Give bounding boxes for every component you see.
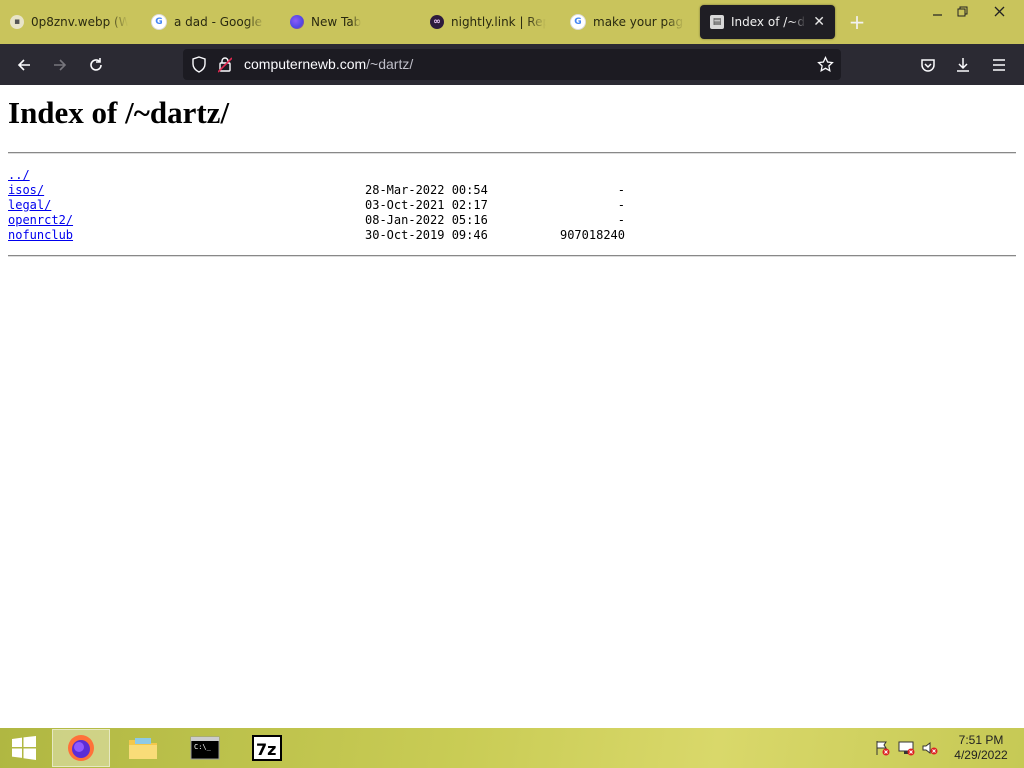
list-item: nofunclub 30-Oct-2019 09:46 907018240 bbox=[8, 228, 708, 243]
action-center-flag-icon[interactable] bbox=[873, 740, 891, 756]
close-icon bbox=[994, 6, 1004, 16]
pocket-button[interactable] bbox=[915, 52, 941, 78]
parent-directory-link[interactable]: ../ bbox=[8, 168, 30, 183]
divider bbox=[8, 255, 1016, 257]
entry-link[interactable]: openrct2/ bbox=[8, 213, 73, 228]
forward-arrow-icon bbox=[54, 59, 67, 71]
entry-size: - bbox=[617, 198, 625, 212]
file-explorer-icon bbox=[129, 738, 157, 759]
close-tab-icon[interactable]: ✕ bbox=[813, 14, 825, 30]
taskbar-command-prompt[interactable]: C:\_ bbox=[176, 729, 234, 767]
hamburger-menu-icon bbox=[993, 59, 1005, 71]
entry-size: 907018240 bbox=[559, 228, 625, 242]
address-bar[interactable]: computernewb.com/~dartz/ bbox=[183, 49, 841, 80]
clock-date: 4/29/2022 bbox=[954, 748, 1008, 762]
system-clock[interactable]: 7:51 PM 4/29/2022 bbox=[948, 733, 1014, 763]
taskbar-firefox[interactable] bbox=[52, 729, 110, 767]
tab-title: New Tab bbox=[311, 15, 362, 29]
clock-time: 7:51 PM bbox=[958, 733, 1004, 747]
windows-logo-icon bbox=[12, 736, 36, 760]
command-prompt-icon: C:\_ bbox=[190, 736, 220, 760]
taskbar: C:\_ 7z 7:51 PM 4/29/2022 bbox=[0, 728, 1024, 768]
entry-link[interactable]: nofunclub bbox=[8, 228, 73, 243]
image-file-icon: ▪ bbox=[10, 15, 24, 29]
page-title: Index of /~dartz/ bbox=[8, 95, 230, 130]
url-text[interactable]: computernewb.com/~dartz/ bbox=[244, 56, 413, 72]
downloads-button[interactable] bbox=[950, 52, 976, 78]
tab-google-dad[interactable]: G a dad - Google Sea bbox=[141, 5, 275, 39]
new-tab-button[interactable]: + bbox=[846, 10, 868, 34]
directory-listing: ../ isos/ 28-Mar-2022 00:54 - legal/ 03-… bbox=[8, 168, 708, 243]
entry-date: 03-Oct-2021 02:17 bbox=[365, 198, 488, 212]
taskbar-file-explorer[interactable] bbox=[114, 729, 172, 767]
download-icon bbox=[957, 58, 969, 72]
url-host: computernewb.com bbox=[244, 56, 367, 72]
insecure-lock-icon[interactable] bbox=[218, 56, 232, 73]
url-path: /~dartz/ bbox=[366, 56, 414, 72]
bookmark-star-icon[interactable] bbox=[817, 56, 834, 73]
start-button[interactable] bbox=[0, 729, 48, 767]
tab-title: make your pagefil bbox=[593, 15, 684, 29]
pocket-icon bbox=[921, 59, 935, 72]
entry-size: - bbox=[617, 213, 625, 227]
shield-icon[interactable] bbox=[191, 56, 207, 73]
google-icon: G bbox=[151, 14, 167, 30]
restore-icon bbox=[957, 6, 967, 16]
tab-nightly-link[interactable]: ∞ nightly.link | Repo bbox=[420, 5, 556, 39]
list-item: isos/ 28-Mar-2022 00:54 - bbox=[8, 183, 708, 198]
close-window-button[interactable] bbox=[980, 0, 1018, 22]
tab-index-dartz[interactable]: ▤ Index of /~dartz/ ✕ bbox=[700, 5, 835, 39]
restore-button[interactable] bbox=[944, 0, 980, 22]
entry-link[interactable]: legal/ bbox=[8, 198, 51, 213]
minimize-icon bbox=[932, 13, 942, 16]
back-button[interactable] bbox=[11, 52, 37, 78]
network-icon[interactable] bbox=[897, 740, 915, 756]
tab-pagefile[interactable]: G make your pagefil bbox=[560, 5, 694, 39]
firefox-icon bbox=[290, 15, 304, 29]
volume-muted-icon[interactable] bbox=[921, 740, 939, 756]
reload-icon bbox=[90, 58, 102, 71]
tab-title: nightly.link | Repo bbox=[451, 15, 546, 29]
google-icon: G bbox=[570, 14, 586, 30]
svg-text:C:\_: C:\_ bbox=[194, 743, 212, 751]
tab-new-tab[interactable]: New Tab bbox=[280, 5, 414, 39]
entry-size: - bbox=[617, 183, 625, 197]
tab-strip: ▪ 0p8znv.webp (WEBP G a dad - Google Sea… bbox=[0, 0, 1024, 44]
server-icon: ▤ bbox=[710, 15, 724, 29]
reload-button[interactable] bbox=[83, 52, 109, 78]
forward-button[interactable] bbox=[47, 52, 73, 78]
entry-date: 28-Mar-2022 00:54 bbox=[365, 183, 488, 197]
tab-0p8znv[interactable]: ▪ 0p8znv.webp (WEBP bbox=[0, 5, 138, 39]
entry-link[interactable]: isos/ bbox=[8, 183, 44, 198]
7zip-icon: 7z bbox=[252, 735, 282, 761]
firefox-icon bbox=[68, 735, 94, 761]
list-item: openrct2/ 08-Jan-2022 05:16 - bbox=[8, 213, 708, 228]
navigation-toolbar: computernewb.com/~dartz/ bbox=[0, 44, 1024, 85]
list-item: legal/ 03-Oct-2021 02:17 - bbox=[8, 198, 708, 213]
entry-date: 08-Jan-2022 05:16 bbox=[365, 213, 488, 227]
divider bbox=[8, 152, 1016, 154]
tab-title: Index of /~dartz/ bbox=[731, 15, 806, 29]
tab-title: 0p8znv.webp (WEBP bbox=[31, 15, 128, 29]
svg-text:7z: 7z bbox=[256, 740, 276, 759]
entry-date: 30-Oct-2019 09:46 bbox=[365, 228, 488, 242]
back-arrow-icon bbox=[17, 59, 30, 71]
taskbar-7zip[interactable]: 7z bbox=[238, 729, 296, 767]
list-item: ../ bbox=[8, 168, 708, 183]
link-icon: ∞ bbox=[430, 15, 444, 29]
menu-button[interactable] bbox=[986, 52, 1012, 78]
tab-title: a dad - Google Sea bbox=[174, 15, 265, 29]
